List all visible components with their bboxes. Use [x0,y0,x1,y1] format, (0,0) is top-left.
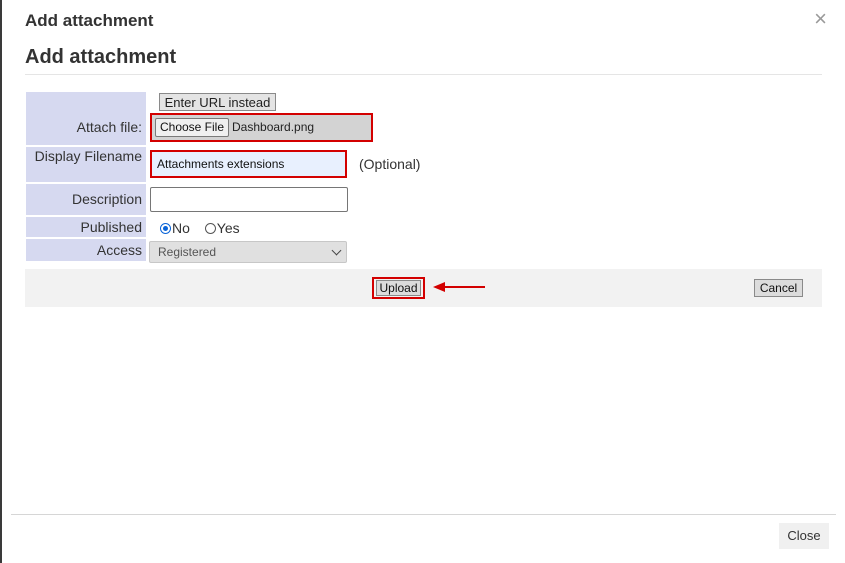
file-picker-highlight: Choose File Dashboard.png [150,113,373,142]
upload-button[interactable]: Upload [376,280,421,296]
close-button[interactable]: Close [779,523,829,549]
close-icon[interactable]: × [814,8,827,30]
published-yes-option[interactable]: Yes [204,220,240,236]
display-filename-label: Display Filename [26,147,146,182]
radio-unchecked-icon[interactable] [204,222,216,234]
access-select[interactable]: Registered [149,241,347,263]
description-input[interactable] [150,187,348,212]
chevron-down-icon [331,245,342,256]
published-label: Published [26,217,146,237]
display-filename-highlight [150,150,347,178]
description-label: Description [26,184,146,215]
page-title: Add attachment [25,46,177,68]
choose-file-button[interactable]: Choose File [155,118,229,137]
window-edge [0,0,2,563]
optional-hint: (Optional) [359,156,421,172]
published-radio-group: No Yes [160,220,251,236]
upload-highlight: Upload [372,277,425,299]
access-label: Access [26,239,146,261]
cancel-button[interactable]: Cancel [754,279,803,297]
annotation-arrow-shaft [445,286,485,288]
modal-title: Add attachment [25,11,154,30]
title-divider [25,74,822,75]
selected-file-name: Dashboard.png [232,120,315,134]
radio-checked-icon[interactable] [160,222,171,234]
enter-url-button[interactable]: Enter URL instead [159,93,276,111]
published-no-option[interactable]: No [160,220,190,236]
access-selected-value: Registered [158,245,217,259]
display-filename-input[interactable] [155,155,341,173]
published-yes-label: Yes [216,220,240,236]
annotation-arrow-icon [433,282,445,292]
footer-divider [11,514,836,515]
published-no-label: No [172,220,190,236]
attach-file-label: Attach file: [26,92,146,145]
